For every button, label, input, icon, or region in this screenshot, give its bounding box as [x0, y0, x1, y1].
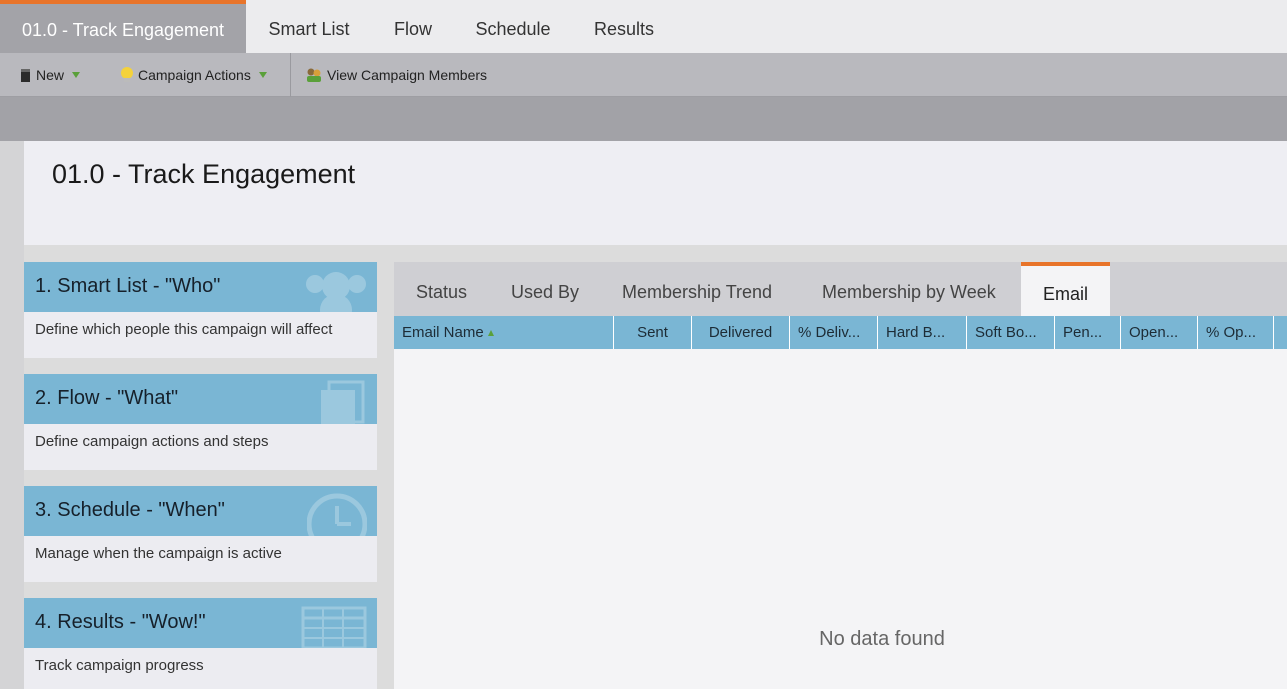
members-icon: [307, 68, 321, 82]
tab-results[interactable]: Results: [572, 0, 676, 53]
lightbulb-icon: [121, 67, 133, 82]
new-button-label: New: [36, 67, 65, 83]
column-opened[interactable]: Open...: [1121, 316, 1198, 349]
campaign-actions-button[interactable]: Campaign Actions: [120, 53, 267, 97]
tab-email[interactable]: Email: [1021, 262, 1110, 316]
sort-ascending-icon: [487, 330, 494, 337]
chevron-down-icon: [72, 72, 81, 78]
toolbar-divider: [290, 53, 291, 97]
column-delivered[interactable]: Delivered: [692, 316, 790, 349]
column-soft-bounced[interactable]: Soft Bo...: [967, 316, 1055, 349]
toolbar-strip: [0, 97, 1287, 141]
tab-used-by[interactable]: Used By: [511, 262, 579, 316]
card-title: 3. Schedule - "When": [35, 499, 225, 521]
column-label: Email Name: [402, 324, 484, 341]
card-description: Manage when the campaign is active: [35, 545, 282, 562]
chevron-down-icon: [258, 72, 267, 78]
left-edge: [0, 141, 24, 689]
card-description: Define which people this campaign will a…: [35, 321, 333, 338]
tab-smart-list[interactable]: Smart List: [246, 0, 372, 53]
toolbar: New Campaign Actions View Campaign Membe…: [0, 53, 1287, 97]
tab-schedule[interactable]: Schedule: [454, 0, 572, 53]
tab-membership-trend[interactable]: Membership Trend: [622, 262, 772, 316]
tab-status[interactable]: Status: [416, 262, 467, 316]
document-icon: [21, 68, 30, 82]
card-header: 2. Flow - "What": [24, 374, 377, 424]
card-flow[interactable]: 2. Flow - "What" Define campaign actions…: [24, 374, 377, 470]
grid-column-header: Email Name Sent Delivered % Deliv... Har…: [394, 316, 1287, 349]
column-percent-delivered[interactable]: % Deliv...: [790, 316, 878, 349]
column-sent[interactable]: Sent: [614, 316, 692, 349]
column-email-name[interactable]: Email Name: [394, 316, 614, 349]
card-header: 1. Smart List - "Who": [24, 262, 377, 312]
stack-icon: [321, 380, 365, 424]
top-tab-bar: 01.0 - Track Engagement Smart List Flow …: [0, 0, 1287, 53]
card-title: 2. Flow - "What": [35, 387, 179, 409]
campaign-actions-label: Campaign Actions: [138, 67, 251, 83]
card-description: Define campaign actions and steps: [35, 433, 269, 450]
page-title: 01.0 - Track Engagement: [52, 159, 356, 189]
email-grid-panel: Status Used By Membership Trend Membersh…: [394, 262, 1287, 689]
table-icon: [301, 606, 367, 648]
clock-icon: [307, 493, 367, 536]
card-results[interactable]: 4. Results - "Wow!" Track campaign progr…: [24, 598, 377, 689]
tab-flow[interactable]: Flow: [372, 0, 454, 53]
empty-message: No data found: [819, 628, 945, 650]
card-header: 3. Schedule - "When": [24, 486, 377, 536]
card-schedule[interactable]: 3. Schedule - "When" Manage when the cam…: [24, 486, 377, 582]
view-members-label: View Campaign Members: [327, 67, 488, 83]
column-hard-bounced[interactable]: Hard B...: [878, 316, 967, 349]
card-header: 4. Results - "Wow!": [24, 598, 377, 648]
card-title: 1. Smart List - "Who": [35, 275, 221, 297]
header-panel: 01.0 - Track Engagement: [24, 141, 1287, 245]
tab-membership-by-week[interactable]: Membership by Week: [822, 262, 996, 316]
view-campaign-members-button[interactable]: View Campaign Members: [305, 53, 487, 97]
new-button[interactable]: New: [20, 53, 81, 97]
card-title: 4. Results - "Wow!": [35, 611, 206, 633]
people-icon: [306, 272, 366, 312]
column-percent-opened[interactable]: % Op...: [1198, 316, 1274, 349]
sub-tab-bar: Status Used By Membership Trend Membersh…: [394, 262, 1287, 316]
column-overflow: [1274, 316, 1287, 349]
card-smart-list[interactable]: 1. Smart List - "Who" Define which peopl…: [24, 262, 377, 358]
card-description: Track campaign progress: [35, 657, 204, 674]
tab-campaign[interactable]: 01.0 - Track Engagement: [0, 0, 246, 53]
column-pending[interactable]: Pen...: [1055, 316, 1121, 349]
